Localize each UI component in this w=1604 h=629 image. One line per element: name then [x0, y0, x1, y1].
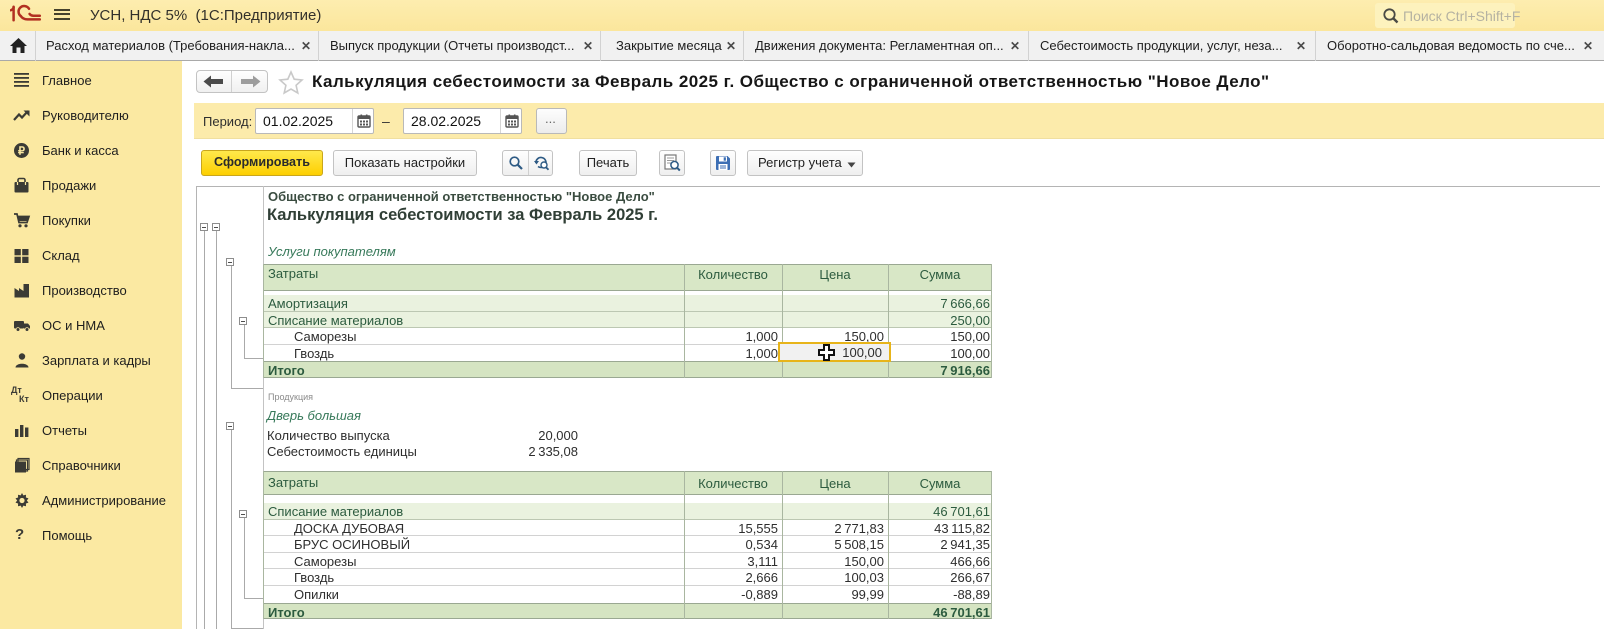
svg-text:₽: ₽ — [18, 146, 25, 158]
